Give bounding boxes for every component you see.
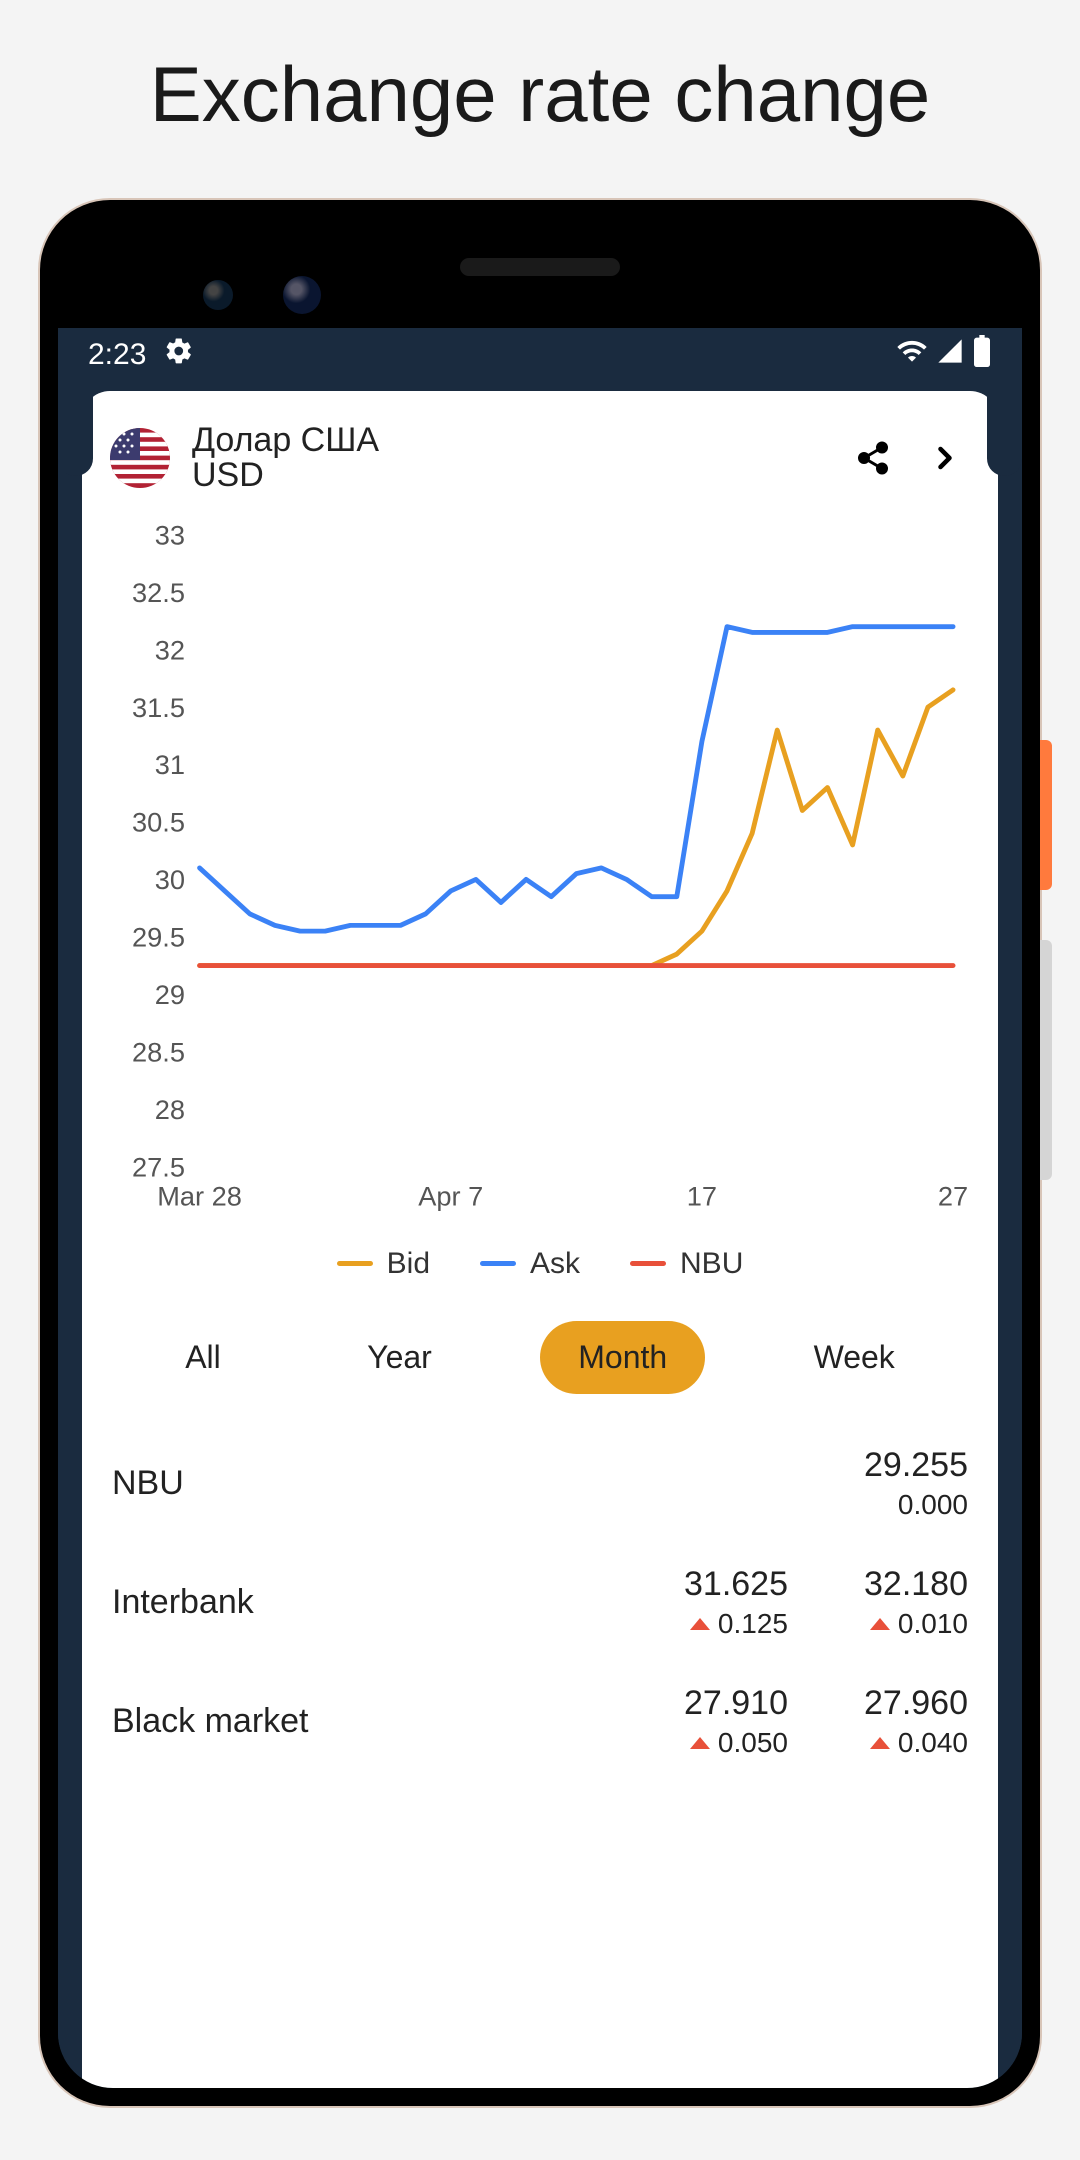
rate-value: 32.180	[788, 1565, 968, 1604]
svg-text:31: 31	[155, 749, 185, 780]
svg-text:30.5: 30.5	[132, 806, 185, 837]
svg-text:29.5: 29.5	[132, 921, 185, 952]
arrow-up-icon	[690, 1618, 710, 1630]
svg-text:32: 32	[155, 634, 185, 665]
arrow-up-icon	[870, 1618, 890, 1630]
legend-bid: Bid	[337, 1247, 430, 1281]
svg-text:30: 30	[155, 864, 185, 895]
signal-icon	[936, 337, 964, 373]
currency-card: Долар США USD 27.5 28 28.5 29 29.5 30 30.5 31 31…	[82, 391, 998, 2088]
phone-camera	[283, 276, 321, 314]
svg-text:29: 29	[155, 979, 185, 1010]
rate-value: 31.625	[608, 1565, 788, 1604]
rate-change: 0.050	[608, 1727, 788, 1759]
tab-year[interactable]: Year	[329, 1321, 470, 1394]
svg-text:32.5: 32.5	[132, 577, 185, 608]
svg-text:28.5: 28.5	[132, 1036, 185, 1067]
tab-month[interactable]: Month	[540, 1321, 705, 1394]
status-time: 2:23	[88, 338, 146, 372]
tab-week[interactable]: Week	[776, 1321, 933, 1394]
currency-name: Долар США	[192, 421, 826, 460]
rates-list: NBU 29.255 0.000 Interbank 31.625 0.	[82, 1424, 998, 1781]
rate-row-interbank[interactable]: Interbank 31.625 0.125 32.180 0.010	[92, 1543, 988, 1662]
rate-change: 0.125	[608, 1608, 788, 1640]
phone-camera	[203, 280, 233, 310]
svg-text:27: 27	[938, 1180, 968, 1211]
volume-button	[1040, 940, 1052, 1180]
rate-change: 0.040	[788, 1727, 968, 1759]
chart[interactable]: 27.5 28 28.5 29 29.5 30 30.5 31 31.5 32 32.5 33 Mar …	[82, 515, 998, 1235]
legend-nbu: NBU	[630, 1247, 743, 1281]
card-header: Долар США USD	[82, 391, 998, 515]
share-button[interactable]	[848, 433, 898, 483]
rate-name: Black market	[112, 1702, 608, 1741]
wifi-icon	[896, 335, 928, 375]
gear-icon	[164, 336, 194, 374]
phone-speaker	[460, 258, 620, 276]
currency-code: USD	[192, 456, 826, 495]
status-bar: 2:23	[58, 328, 1022, 383]
rate-name: Interbank	[112, 1583, 608, 1622]
rate-value: 29.255	[788, 1446, 968, 1485]
legend-ask: Ask	[480, 1247, 580, 1281]
svg-text:27.5: 27.5	[132, 1151, 185, 1182]
svg-text:Mar 28: Mar 28	[157, 1180, 242, 1211]
page-title: Exchange rate change	[0, 0, 1080, 170]
next-button[interactable]	[920, 433, 970, 483]
battery-icon	[972, 335, 992, 375]
arrow-up-icon	[690, 1737, 710, 1749]
phone-frame: 2:23	[40, 200, 1040, 2106]
power-button	[1040, 740, 1052, 890]
usa-flag-icon	[110, 428, 170, 488]
rate-row-nbu[interactable]: NBU 29.255 0.000	[92, 1424, 988, 1543]
rate-value: 27.960	[788, 1684, 968, 1723]
svg-text:31.5: 31.5	[132, 691, 185, 722]
chart-legend: Bid Ask NBU	[82, 1235, 998, 1311]
rate-value: 27.910	[608, 1684, 788, 1723]
rate-name: NBU	[112, 1464, 608, 1503]
period-tabs: All Year Month Week	[82, 1311, 998, 1424]
svg-text:17: 17	[687, 1180, 717, 1211]
rate-change: 0.010	[788, 1608, 968, 1640]
arrow-up-icon	[870, 1737, 890, 1749]
rate-change: 0.000	[788, 1489, 968, 1521]
svg-text:28: 28	[155, 1094, 185, 1125]
rate-row-black-market[interactable]: Black market 27.910 0.050 27.960 0.040	[92, 1662, 988, 1781]
tab-all[interactable]: All	[147, 1321, 259, 1394]
svg-text:33: 33	[155, 525, 185, 550]
svg-text:Apr 7: Apr 7	[418, 1180, 483, 1211]
